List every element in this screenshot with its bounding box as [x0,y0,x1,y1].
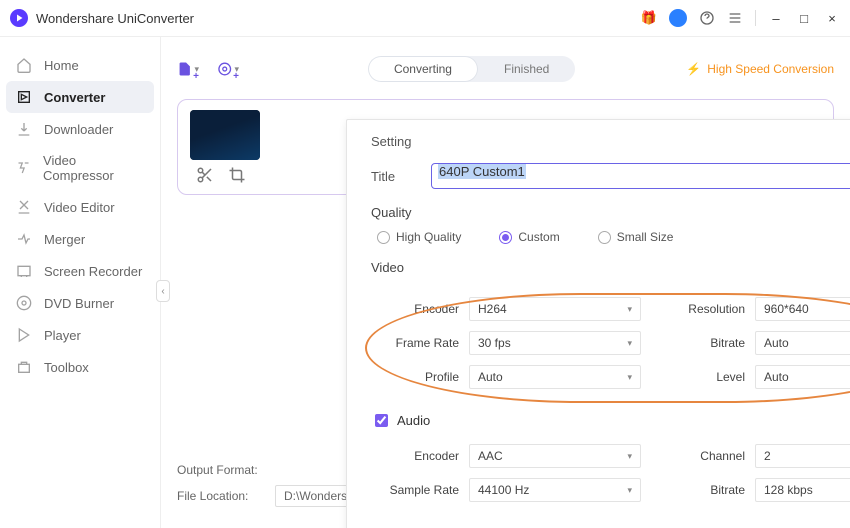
player-icon [16,327,32,343]
high-speed-label: High Speed Conversion [707,62,834,76]
sidebar-item-label: Player [44,328,81,343]
editor-icon [16,199,32,215]
sidebar-item-video-compressor[interactable]: Video Compressor [0,145,160,191]
support-icon[interactable] [699,10,715,26]
video-section-title: Video [371,260,850,275]
video-resolution-label: Resolution [661,302,755,316]
audio-samplerate-select[interactable]: 44100 Hz▾ [469,478,641,502]
output-format-label: Output Format: [177,463,267,477]
sidebar-item-merger[interactable]: Merger [0,223,160,255]
conversion-tabs: Converting Finished [368,56,575,82]
audio-bitrate-label: Bitrate [661,483,755,497]
sidebar-item-label: Merger [44,232,85,247]
add-file-button[interactable]: + ▾ [177,58,199,80]
video-framerate-label: Frame Rate [375,336,469,350]
crop-icon[interactable] [228,166,246,184]
gift-icon[interactable]: 🎁 [641,10,657,26]
sidebar-item-label: Toolbox [44,360,89,375]
merger-icon [16,231,32,247]
tab-finished[interactable]: Finished [478,56,575,82]
video-encoder-label: Encoder [375,302,469,316]
audio-samplerate-label: Sample Rate [375,483,469,497]
video-bitrate-label: Bitrate [661,336,755,350]
recorder-icon [16,263,32,279]
avatar[interactable] [669,9,687,27]
radio-small-size[interactable]: Small Size [598,230,674,244]
sidebar-item-player[interactable]: Player [0,319,160,351]
bolt-icon: ⚡ [686,62,701,76]
sidebar-item-video-editor[interactable]: Video Editor [0,191,160,223]
sidebar-item-converter[interactable]: Converter [6,81,154,113]
video-level-select[interactable]: Auto▾ [755,365,850,389]
sidebar-item-dvd-burner[interactable]: DVD Burner [0,287,160,319]
high-speed-toggle[interactable]: ⚡ High Speed Conversion [686,62,834,76]
compressor-icon [16,160,31,176]
sidebar-item-downloader[interactable]: Downloader [0,113,160,145]
audio-section-title: Audio [397,413,430,428]
audio-channel-select[interactable]: 2▾ [755,444,850,468]
maximize-button[interactable]: □ [796,10,812,26]
converter-icon [16,89,32,105]
dvd-icon [16,295,32,311]
sidebar-item-label: Video Editor [44,200,115,215]
audio-encoder-label: Encoder [375,449,469,463]
video-framerate-select[interactable]: 30 fps▾ [469,331,641,355]
file-location-label: File Location: [177,489,267,503]
sidebar-item-home[interactable]: Home [0,49,160,81]
dialog-title: Setting [371,134,411,149]
setting-dialog: Setting × Title 640P Custom1 Quality Hig… [346,119,850,528]
radio-custom[interactable]: Custom [499,230,559,244]
video-thumbnail[interactable] [190,110,260,160]
sidebar-item-label: Home [44,58,79,73]
menu-icon[interactable] [727,10,743,26]
video-level-label: Level [661,370,755,384]
video-resolution-select[interactable]: 960*640▾ [755,297,850,321]
sidebar-item-label: Converter [44,90,105,105]
add-disc-button[interactable]: + ▾ [217,58,239,80]
quality-section-title: Quality [371,205,850,220]
home-icon [16,57,32,73]
downloader-icon [16,121,32,137]
app-logo [10,9,28,27]
title-field-label: Title [371,169,431,184]
trim-icon[interactable] [196,166,214,184]
close-button[interactable]: × [824,10,840,26]
main-panel: + ▾ + ▾ Converting Finished ⚡ High Speed… [161,37,850,528]
audio-checkbox[interactable] [375,414,388,427]
audio-bitrate-select[interactable]: 128 kbps▾ [755,478,850,502]
sidebar-item-label: Video Compressor [43,153,144,183]
audio-encoder-select[interactable]: AAC▾ [469,444,641,468]
radio-high-quality[interactable]: High Quality [377,230,461,244]
audio-channel-label: Channel [661,449,755,463]
video-profile-select[interactable]: Auto▾ [469,365,641,389]
sidebar-item-label: DVD Burner [44,296,114,311]
minimize-button[interactable]: – [768,10,784,26]
app-title: Wondershare UniConverter [36,11,194,26]
video-encoder-select[interactable]: H264▾ [469,297,641,321]
sidebar-item-toolbox[interactable]: Toolbox [0,351,160,383]
title-input[interactable]: 640P Custom1 [431,163,850,189]
toolbox-icon [16,359,32,375]
tab-converting[interactable]: Converting [368,56,478,82]
sidebar-item-label: Downloader [44,122,113,137]
video-bitrate-select[interactable]: Auto▾ [755,331,850,355]
video-profile-label: Profile [375,370,469,384]
titlebar: Wondershare UniConverter 🎁 – □ × [0,0,850,37]
sidebar-item-label: Screen Recorder [44,264,142,279]
sidebar-item-screen-recorder[interactable]: Screen Recorder [0,255,160,287]
sidebar: Home Converter Downloader Video Compressor V… [0,37,161,528]
